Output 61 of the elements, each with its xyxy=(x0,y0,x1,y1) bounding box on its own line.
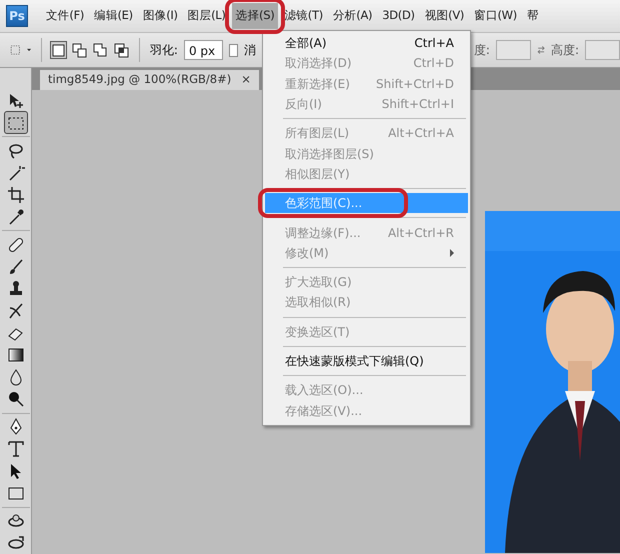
menu-item[interactable]: 选择(S) xyxy=(232,3,278,29)
type-icon xyxy=(6,440,24,458)
menu-option[interactable]: 在快速蒙版模式下编辑(Q) xyxy=(265,350,468,372)
option-label: 存储选区(V)... xyxy=(285,402,362,420)
option-label: 选取相似(R) xyxy=(285,294,351,312)
height-field[interactable] xyxy=(585,40,620,60)
menu-item[interactable]: 分析(A) xyxy=(328,3,376,29)
submenu-arrow-icon xyxy=(450,248,454,257)
document-tab[interactable]: timg8549.jpg @ 100%(RGB/8#) × xyxy=(40,70,259,90)
antialias-checkbox[interactable] xyxy=(229,44,238,56)
tab-title: timg8549.jpg @ 100%(RGB/8#) xyxy=(48,71,232,88)
gradient-icon xyxy=(6,346,24,364)
selection-mode-button[interactable] xyxy=(93,42,108,58)
shortcut-text: Alt+Ctrl+A xyxy=(388,125,454,142)
menu-item[interactable]: 图层(L) xyxy=(184,3,230,29)
option-label: 全部(A) xyxy=(285,35,327,52)
shortcut-text: Alt+Ctrl+R xyxy=(388,224,454,242)
selection-mode-button[interactable] xyxy=(114,42,130,58)
selection-mode-button[interactable] xyxy=(51,42,66,58)
magic-wand-icon xyxy=(6,164,24,182)
menu-item[interactable]: 滤镜(T) xyxy=(280,3,327,29)
width-field[interactable] xyxy=(496,40,531,60)
menu-item[interactable]: 图像(I) xyxy=(138,3,182,29)
menu-item[interactable]: 编辑(E) xyxy=(90,3,137,29)
eyedropper-icon xyxy=(6,208,24,226)
menu-item[interactable]: 帮 xyxy=(522,3,543,29)
option-label: 所有图层(L) xyxy=(285,125,350,142)
menu-item[interactable]: 视图(V) xyxy=(420,3,468,29)
menu-item[interactable]: 窗口(W) xyxy=(470,3,521,29)
shortcut-text: Shift+Ctrl+I xyxy=(382,96,454,114)
feather-field[interactable]: 0 px xyxy=(184,40,224,60)
lasso-icon xyxy=(6,142,24,160)
option-label: 反向(I) xyxy=(285,96,322,114)
close-button[interactable]: × xyxy=(241,71,251,89)
height-label: 高度: xyxy=(551,42,580,59)
antialias-label: 消 xyxy=(244,42,256,59)
shortcut-text: Shift+Ctrl+D xyxy=(376,76,454,93)
crop-icon xyxy=(6,186,24,204)
app-logo: Ps xyxy=(6,5,28,27)
width-label: 度: xyxy=(474,42,490,59)
option-label: 相似图层(Y) xyxy=(285,166,350,183)
caret-icon[interactable] xyxy=(26,48,31,52)
dodge-icon xyxy=(6,390,24,408)
menu-item[interactable]: 3D(D) xyxy=(378,3,419,29)
option-label: 取消选择(D) xyxy=(285,55,352,72)
option-label: 色彩范围(C)... xyxy=(285,195,362,212)
option-label: 取消选择图层(S) xyxy=(285,146,374,163)
selection-mode-button[interactable] xyxy=(72,42,88,58)
option-label: 重新选择(E) xyxy=(285,76,350,93)
feather-label: 羽化: xyxy=(150,42,178,59)
option-label: 修改(M) xyxy=(285,244,329,262)
option-label: 调整边缘(F)... xyxy=(285,224,361,242)
option-label: 在快速蒙版模式下编辑(Q) xyxy=(285,353,424,370)
shortcut-text: Ctrl+D xyxy=(413,55,454,72)
option-label: 变换选区(T) xyxy=(285,324,350,341)
option-label: 载入选区(O)... xyxy=(285,382,364,400)
menu-option[interactable]: 全部(A) Ctrl+A xyxy=(265,33,468,54)
menu-item[interactable]: 文件(F) xyxy=(42,3,88,29)
shortcut-text: Ctrl+A xyxy=(414,35,454,52)
marquee-tool[interactable] xyxy=(4,112,26,134)
option-label: 扩大选取(G) xyxy=(285,274,352,292)
